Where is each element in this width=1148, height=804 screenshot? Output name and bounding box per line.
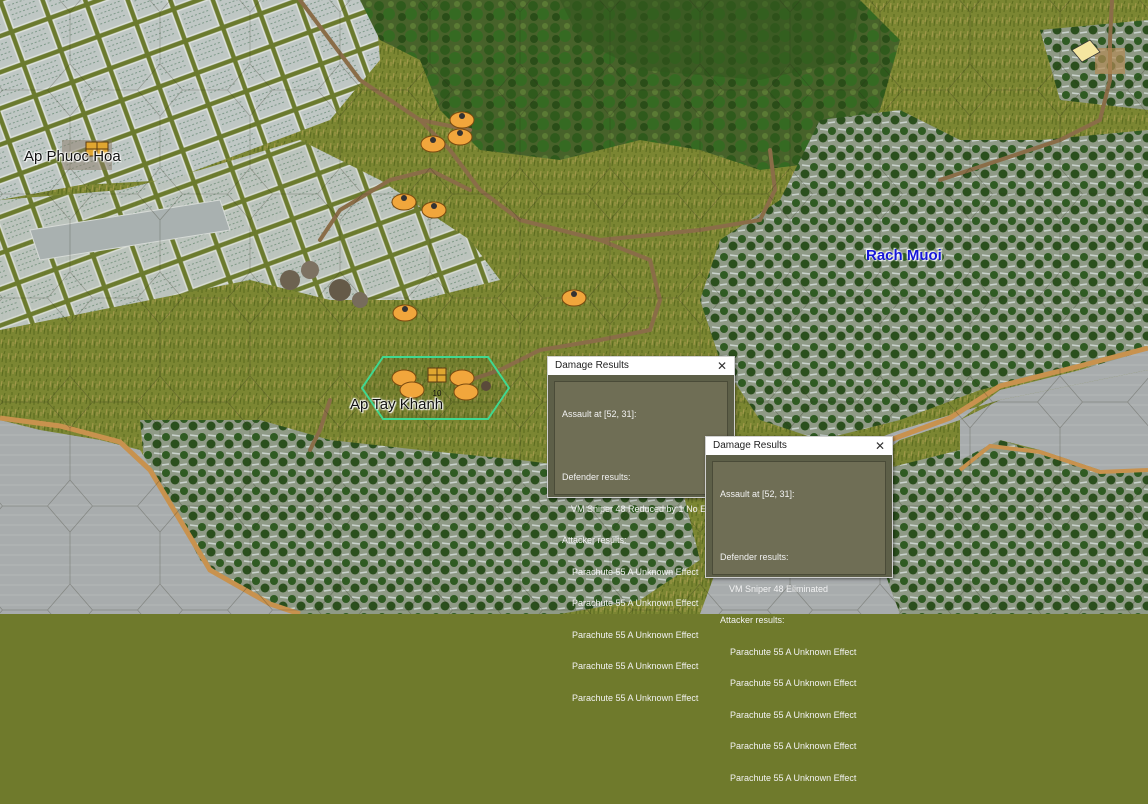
defender-result: VM Sniper 48 Reduced by 1 No Effect — [571, 503, 723, 514]
dialog-title: Damage Results — [555, 360, 629, 371]
assault-location: Assault at [52, 31]: — [720, 489, 795, 499]
unit-counter[interactable] — [420, 135, 446, 153]
dialog-content: Assault at [52, 31]: Defender results: V… — [554, 381, 728, 703]
dialog-title: Damage Results — [713, 440, 787, 451]
assault-location: Assault at [52, 31]: — [562, 409, 637, 419]
unit-counter[interactable] — [447, 128, 473, 146]
defender-header: Defender results: — [562, 472, 631, 482]
attacker-result: Parachute 55 A Unknown Effect — [730, 646, 857, 657]
place-label-ap-phuoc-hoa: Ap Phuoc Hoa — [24, 148, 121, 165]
attacker-result: Parachute 55 A Unknown Effect — [572, 661, 699, 671]
attacker-result: Parachute 55 A Unknown Effect — [572, 598, 699, 608]
dialog-title-bar[interactable]: Damage Results ✕ — [548, 357, 734, 375]
close-icon[interactable]: ✕ — [875, 437, 885, 455]
damage-results-dialog-2[interactable]: Damage Results ✕ Assault at [52, 31]: De… — [705, 436, 893, 783]
dialog-content: Assault at [52, 31]: Defender results: V… — [712, 461, 886, 783]
place-label-rach-muoi: Rach Muoi — [866, 247, 942, 264]
place-label-ap-tay-khanh: Ap Tay Khanh — [350, 396, 444, 413]
unit-counter[interactable] — [421, 201, 447, 219]
attacker-result: Parachute 55 A Unknown Effect — [730, 772, 857, 783]
unit-counter[interactable] — [449, 111, 475, 129]
attacker-result: Parachute 55 A Unknown Effect — [730, 741, 857, 751]
attacker-result: Parachute 55 A Unknown Effect — [572, 692, 699, 703]
attacker-result: Parachute 55 A Unknown Effect — [730, 709, 857, 720]
attacker-result: Parachute 55 A Unknown Effect — [730, 678, 857, 688]
dialog-title-bar[interactable]: Damage Results ✕ — [706, 437, 892, 455]
defender-result: VM Sniper 48 Eliminated — [729, 583, 829, 594]
attacker-header: Attacker results: — [562, 535, 627, 545]
attacker-result: Parachute 55 A Unknown Effect — [572, 629, 699, 640]
attacker-header: Attacker results: — [720, 615, 785, 625]
unit-counter[interactable] — [561, 289, 587, 307]
unit-counter[interactable] — [392, 304, 418, 322]
attacker-result: Parachute 55 A Unknown Effect — [572, 566, 699, 577]
defender-header: Defender results: — [720, 552, 789, 562]
unit-counter[interactable] — [391, 193, 417, 211]
close-icon[interactable]: ✕ — [717, 357, 727, 375]
